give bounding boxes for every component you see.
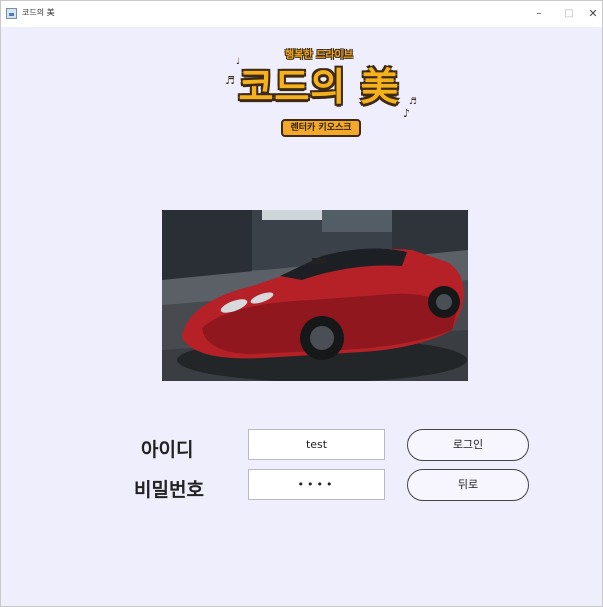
minimize-button[interactable]: – — [524, 1, 554, 27]
car-photo — [162, 210, 468, 381]
id-label: 아이디 — [141, 439, 194, 461]
logo-title: 코드의 美 — [238, 65, 400, 109]
logo-badge: 렌터카 키오스크 — [281, 119, 361, 137]
window-title: 코드의 美 — [22, 8, 55, 17]
password-label: 비밀번호 — [134, 479, 204, 501]
title-bar[interactable]: 코드의 美 – □ ✕ — [1, 1, 602, 27]
login-button[interactable]: 로그인 — [407, 429, 529, 461]
app-window: 코드의 美 – □ ✕ ♩ ♬ ♬ ♪ 행복한 드라이브 코드의 美 렌터카 키… — [0, 0, 603, 607]
password-input[interactable] — [248, 469, 385, 500]
music-note-icon: ♬ — [409, 97, 418, 107]
close-button[interactable]: ✕ — [578, 1, 603, 27]
java-app-icon — [6, 8, 17, 19]
car-illustration — [162, 210, 468, 381]
back-button[interactable]: 뒤로 — [407, 469, 529, 501]
app-logo: ♩ ♬ ♬ ♪ 행복한 드라이브 코드의 美 렌터카 키오스크 — [219, 44, 419, 144]
id-input[interactable] — [248, 429, 385, 460]
